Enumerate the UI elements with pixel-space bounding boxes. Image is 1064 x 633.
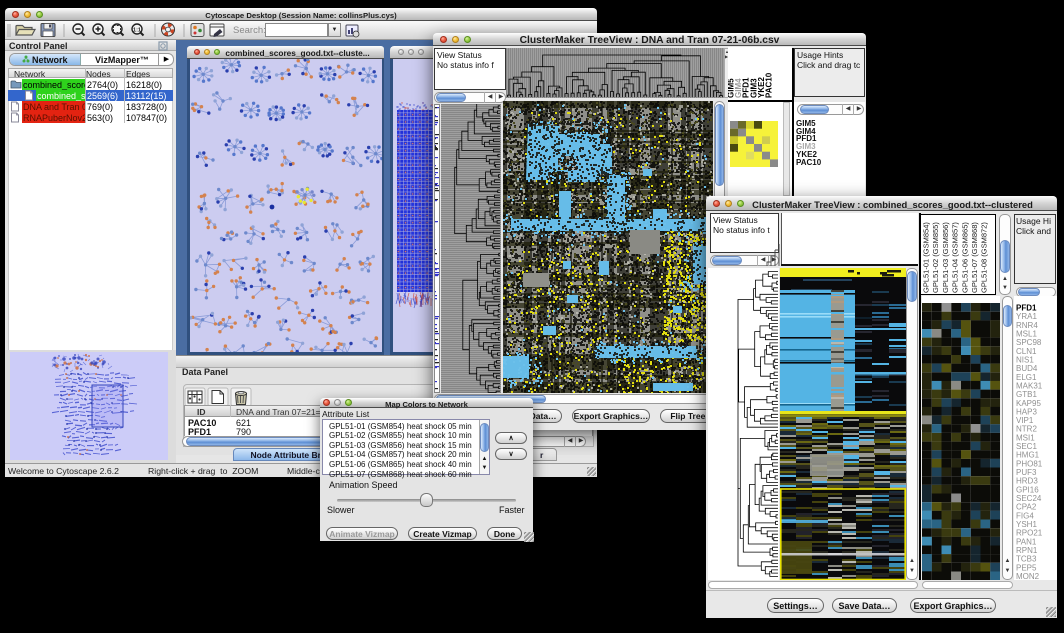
svg-text:PAN1: PAN1 xyxy=(1016,537,1037,546)
svg-text:NTR2: NTR2 xyxy=(1016,425,1037,434)
svg-text:BUD4: BUD4 xyxy=(1016,364,1038,373)
svg-text:MSI1: MSI1 xyxy=(1016,433,1035,442)
svg-text:PAC10: PAC10 xyxy=(765,72,774,98)
svg-text:PUF3: PUF3 xyxy=(1016,468,1037,477)
svg-text:GPL51-06 (GSM865): GPL51-06 (GSM865) xyxy=(960,222,969,293)
svg-text:HRD3: HRD3 xyxy=(1016,477,1038,486)
svg-text:HMG1: HMG1 xyxy=(1016,451,1040,460)
svg-text:PFD1: PFD1 xyxy=(1016,304,1037,313)
svg-text:GPL51-02 (GSM855): GPL51-02 (GSM855) xyxy=(931,222,940,293)
svg-text:1:1: 1:1 xyxy=(133,28,141,34)
svg-text:GPL51-07 (GSM868): GPL51-07 (GSM868) xyxy=(970,222,979,293)
svg-text:MON2: MON2 xyxy=(1016,572,1040,580)
svg-text:SEC24: SEC24 xyxy=(1016,494,1042,503)
svg-text:MAK31: MAK31 xyxy=(1016,381,1043,390)
svg-text:GTB1: GTB1 xyxy=(1016,390,1037,399)
svg-text:HAP3: HAP3 xyxy=(1016,407,1037,416)
svg-text:YSH1: YSH1 xyxy=(1016,520,1037,529)
svg-text:CLN1: CLN1 xyxy=(1016,347,1037,356)
svg-text:GPL51-01 (GSM854): GPL51-01 (GSM854) xyxy=(922,222,931,293)
svg-text:RNR4: RNR4 xyxy=(1016,321,1038,330)
svg-text:TCB3: TCB3 xyxy=(1016,555,1037,564)
svg-text:GPL51-04 (GSM857): GPL51-04 (GSM857) xyxy=(951,222,960,293)
svg-text:GPL51-03 (GSM856): GPL51-03 (GSM856) xyxy=(941,222,950,293)
svg-text:FIG4: FIG4 xyxy=(1016,511,1034,520)
svg-text:SPC98: SPC98 xyxy=(1016,338,1042,347)
svg-text:GPL51-08 (GSM872): GPL51-08 (GSM872) xyxy=(980,222,989,293)
svg-text:PEP5: PEP5 xyxy=(1016,563,1037,572)
